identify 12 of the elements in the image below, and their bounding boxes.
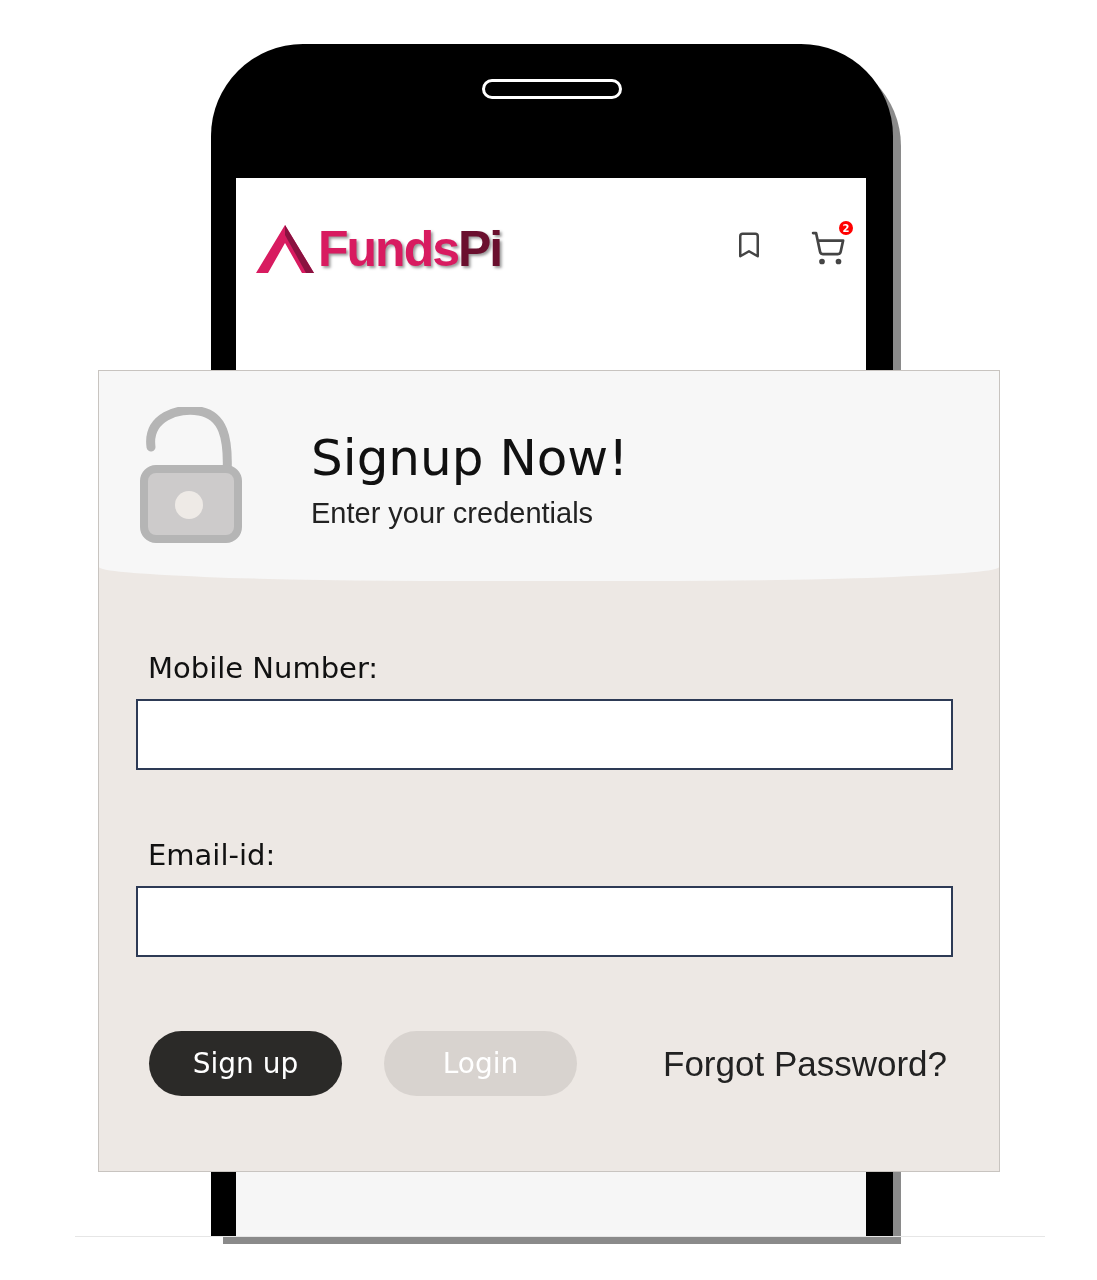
- signup-button[interactable]: Sign up: [149, 1031, 342, 1096]
- cart-icon[interactable]: [810, 230, 846, 266]
- forgot-password-link[interactable]: Forgot Password?: [663, 1043, 948, 1084]
- card-subtitle: Enter your credentials: [311, 496, 595, 530]
- input-field[interactable]: [136, 699, 953, 770]
- field-label: Email-id:: [148, 838, 277, 872]
- card-title: Signup Now!: [311, 428, 629, 487]
- cart-badge: 2: [839, 221, 853, 235]
- field-label: Mobile Number:: [148, 651, 380, 685]
- input-field[interactable]: [136, 886, 953, 957]
- padlock-icon: [139, 407, 243, 545]
- app-logo: FundsPi: [256, 220, 502, 278]
